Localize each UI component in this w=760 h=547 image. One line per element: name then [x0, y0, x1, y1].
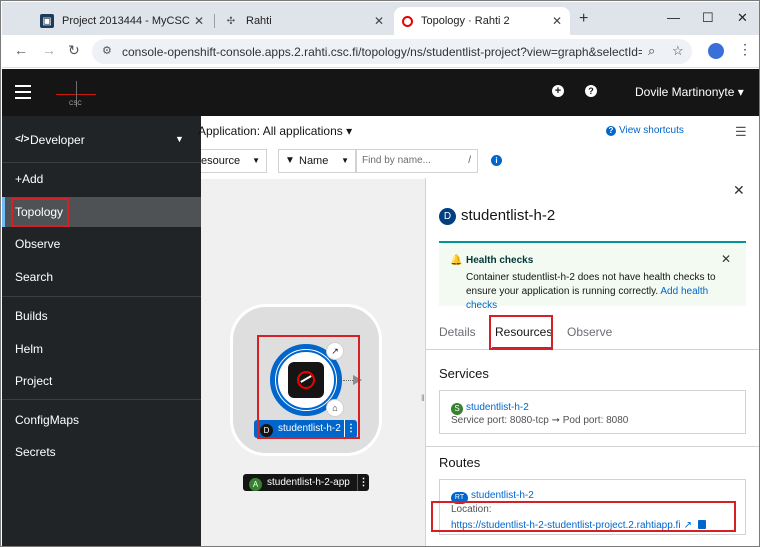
- tab-observe[interactable]: Observe: [567, 325, 612, 339]
- search-shortcut-hint: /: [468, 155, 471, 166]
- address-bar[interactable]: ⚙ console-openshift-console.apps.2.rahti…: [92, 39, 692, 64]
- forward-icon[interactable]: →: [42, 42, 56, 58]
- resource-side-panel: ✕ Dstudentlist-h-2 🔔 Health checks ✕ Con…: [425, 178, 759, 546]
- url-text: console-openshift-console.apps.2.rahti.c…: [122, 45, 642, 59]
- sidebar-item-search[interactable]: Search: [2, 262, 201, 292]
- panel-title-text: studentlist-h-2: [461, 207, 556, 224]
- filter-toolbar: esource ▼ ▼ Name ▼ Find by name... / i: [201, 149, 759, 177]
- app-actions-kebab-icon[interactable]: ⋮: [357, 474, 369, 491]
- highlight-node: [257, 335, 360, 439]
- name-filter-select[interactable]: ▼ Name ▼: [278, 149, 356, 173]
- application-group-label[interactable]: Astudentlist-h-2-app ⋮: [243, 474, 369, 491]
- bookmark-star-icon[interactable]: ☆: [672, 43, 684, 59]
- sidebar-item-configmaps[interactable]: ConfigMaps: [2, 405, 201, 435]
- service-port-info: Service port: 8080-tcp ➞ Pod port: 8080: [451, 415, 629, 426]
- services-heading: Services: [439, 366, 489, 381]
- sidebar-item-add[interactable]: +Add: [2, 164, 201, 194]
- question-circle-icon: ?: [606, 126, 616, 136]
- minimize-icon[interactable]: —: [667, 10, 680, 25]
- tab-title: Rahti: [246, 15, 272, 27]
- sidebar-item-builds[interactable]: Builds: [2, 301, 201, 331]
- sidebar-item-secrets[interactable]: Secrets: [2, 437, 201, 467]
- panel-title: Dstudentlist-h-2: [439, 207, 555, 225]
- browser-menu-icon[interactable]: ⋮: [738, 41, 752, 58]
- rahti-icon: ✣: [226, 15, 236, 27]
- highlight-route-url: [431, 501, 736, 532]
- hamburger-menu-icon[interactable]: [15, 85, 31, 103]
- help-icon[interactable]: ?: [585, 85, 597, 97]
- browser-tab-topology[interactable]: Topology · Rahti 2 ✕: [394, 7, 570, 35]
- close-icon[interactable]: ✕: [552, 14, 562, 28]
- resource-filter-label: esource: [201, 155, 241, 167]
- maximize-icon[interactable]: ☐: [702, 10, 714, 26]
- tab-divider: [214, 14, 215, 28]
- console-masthead: CSC + ? Dovile Martinonyte ▾: [2, 69, 759, 116]
- sidebar-item-helm[interactable]: Helm: [2, 334, 201, 364]
- perspective-label: Developer: [30, 133, 85, 147]
- deployment-badge: D: [439, 208, 456, 225]
- service-row: Sstudentlist-h-2: [451, 399, 529, 415]
- tab-title: Topology · Rahti 2: [421, 15, 510, 27]
- nav-divider: [2, 296, 201, 297]
- route-link[interactable]: studentlist-h-2: [471, 490, 534, 501]
- highlight-topology: [11, 198, 69, 227]
- view-shortcuts-label: View shortcuts: [619, 125, 684, 136]
- import-plus-icon[interactable]: +: [552, 85, 564, 97]
- sidebar: </> Developer ▼ +Add Topology Observe Se…: [2, 116, 201, 546]
- browser-toolbar: ← → ↻ ⚙ console-openshift-console.apps.2…: [2, 35, 759, 68]
- list-view-icon[interactable]: ☰: [735, 124, 747, 140]
- service-badge: S: [451, 403, 463, 415]
- caret-down-icon: ▼: [341, 156, 349, 165]
- zoom-icon[interactable]: ⌕: [648, 43, 655, 59]
- close-panel-icon[interactable]: ✕: [733, 182, 745, 199]
- routes-heading: Routes: [439, 455, 481, 470]
- openshift-icon: [402, 15, 413, 27]
- panel-tabs: Details Resources Observe: [426, 317, 759, 350]
- back-icon[interactable]: ←: [14, 42, 28, 58]
- application-badge: A: [249, 478, 262, 491]
- section-divider: [426, 446, 759, 447]
- nav-divider: [2, 399, 201, 400]
- resource-filter-select[interactable]: esource ▼: [201, 149, 267, 173]
- caret-down-icon: ▼: [252, 156, 260, 165]
- application-selector[interactable]: Application: All applications ▾: [198, 124, 352, 138]
- name-filter-label: Name: [299, 155, 329, 167]
- service-link[interactable]: studentlist-h-2: [466, 402, 529, 413]
- tab-details[interactable]: Details: [439, 325, 476, 339]
- window-close-icon[interactable]: ✕: [737, 10, 748, 26]
- search-placeholder: Find by name...: [362, 155, 431, 166]
- info-icon[interactable]: i: [491, 155, 502, 166]
- profile-avatar-icon[interactable]: [708, 43, 724, 59]
- tab-title: Project 2013444 - MyCSC: [62, 15, 190, 27]
- browser-tab-mycsc[interactable]: ▣ Project 2013444 - MyCSC ✕: [32, 7, 212, 35]
- new-tab-icon[interactable]: +: [579, 10, 588, 28]
- bell-icon: 🔔: [450, 255, 463, 266]
- reload-icon[interactable]: ↻: [68, 42, 80, 59]
- alert-title: Health checks: [466, 255, 534, 266]
- sidebar-item-observe[interactable]: Observe: [2, 229, 201, 259]
- dismiss-alert-icon[interactable]: ✕: [721, 252, 731, 266]
- view-shortcuts-link[interactable]: ? View shortcuts: [606, 125, 684, 136]
- find-by-name-input[interactable]: Find by name... /: [356, 149, 478, 173]
- close-icon[interactable]: ✕: [194, 14, 204, 28]
- service-card: Sstudentlist-h-2 Service port: 8080-tcp …: [439, 390, 746, 434]
- application-name: studentlist-h-2-app: [267, 477, 350, 488]
- user-menu[interactable]: Dovile Martinonyte ▾: [635, 85, 744, 99]
- alert-body: Container studentlist-h-2 does not have …: [466, 271, 736, 313]
- sidebar-item-project[interactable]: Project: [2, 366, 201, 396]
- highlight-resources-tab: [489, 315, 553, 350]
- close-icon[interactable]: ✕: [374, 14, 384, 28]
- site-info-icon[interactable]: ⚙: [102, 44, 112, 57]
- caret-down-icon: ▼: [175, 134, 184, 144]
- csc-logo[interactable]: CSC: [52, 79, 98, 109]
- mycsc-icon: ▣: [40, 14, 54, 28]
- filter-icon: ▼: [285, 155, 295, 166]
- code-icon: </>: [15, 134, 30, 145]
- browser-tab-rahti[interactable]: ✣ Rahti ✕: [216, 7, 392, 35]
- logo-text: CSC: [69, 101, 82, 107]
- browser-window: ▣ Project 2013444 - MyCSC ✕ ✣ Rahti ✕ To…: [0, 0, 760, 547]
- perspective-switcher[interactable]: </> Developer ▼: [2, 116, 201, 163]
- browser-tab-strip: ▣ Project 2013444 - MyCSC ✕ ✣ Rahti ✕ To…: [2, 2, 759, 35]
- health-checks-alert: 🔔 Health checks ✕ Container studentlist-…: [439, 241, 746, 311]
